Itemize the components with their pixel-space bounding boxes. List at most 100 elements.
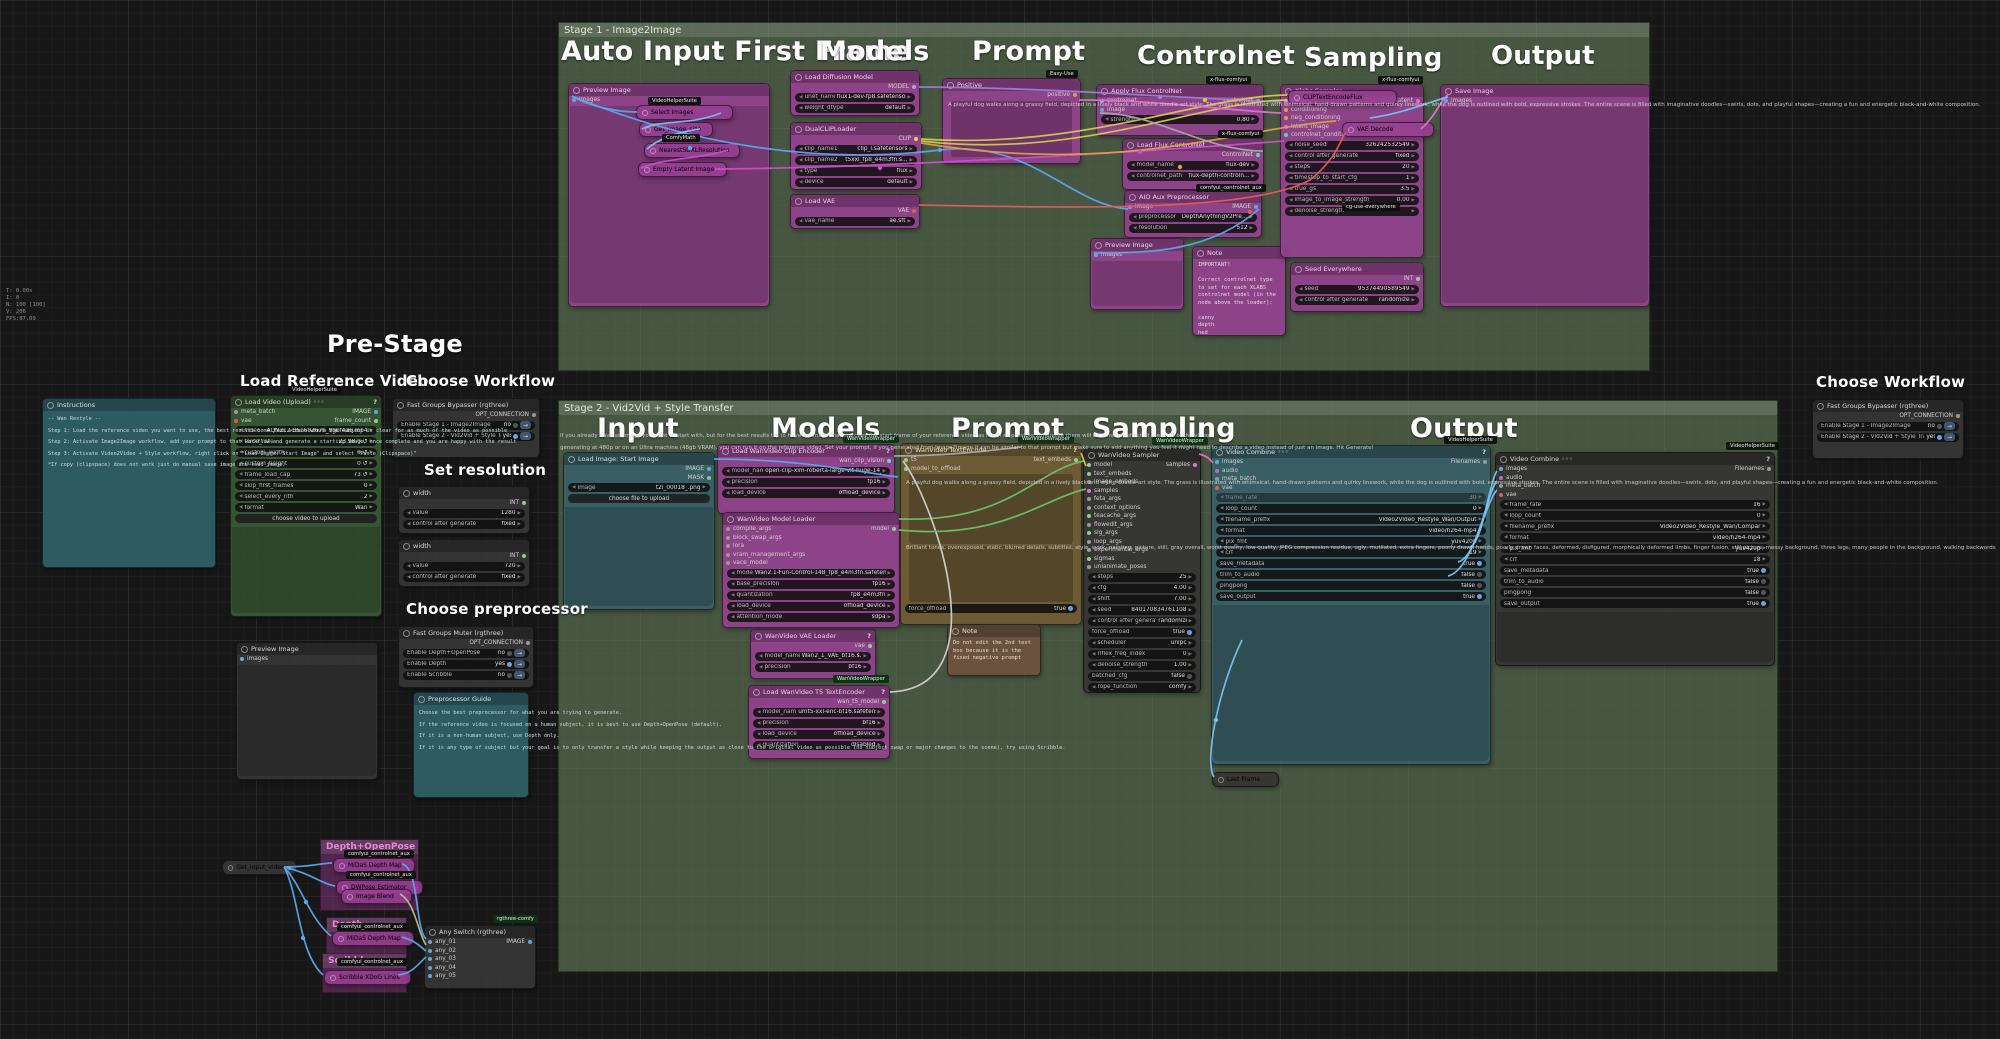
node-titlebar[interactable]: WanVideo Sampler [1084,449,1200,461]
collapse-toggle-icon[interactable] [1101,87,1108,95]
increment-arrow-icon[interactable]: ▶ [1189,663,1192,668]
input-slot-dot[interactable] [1215,485,1219,490]
input-slot-dot[interactable] [1215,460,1219,465]
decrement-arrow-icon[interactable]: ◀ [239,494,242,499]
increment-arrow-icon[interactable]: ▶ [1252,117,1255,122]
decrement-arrow-icon[interactable]: ◀ [799,180,802,185]
widget-button[interactable]: choose video to upload [235,514,377,523]
bypass-row[interactable]: Enable Depth yes → [403,659,529,669]
increment-arrow-icon[interactable]: ▶ [1189,586,1192,591]
node-apply-flux-controlnet[interactable]: Apply Flux ControlNet controlnet controlne… [1096,84,1264,136]
widget-toggle-save_output[interactable]: save_output true [1500,599,1770,608]
decrement-arrow-icon[interactable]: ◀ [799,158,802,163]
jump-to-group-arrow[interactable]: → [520,421,531,429]
collapse-toggle-icon[interactable] [429,928,436,936]
increment-arrow-icon[interactable]: ▶ [1763,557,1766,562]
increment-arrow-icon[interactable]: ▶ [518,522,521,527]
widget-filename_prefix[interactable]: ◀ filename_prefix Video2Video_Restyle_Wan/… [1500,522,1770,531]
increment-arrow-icon[interactable]: ▶ [883,480,886,485]
widget-toggle-save_output[interactable]: save_output true [1216,592,1486,601]
widget-model_name[interactable]: ◀ model_name umt5-xxl-enc-bf16.safetens...… [753,707,885,717]
collapse-toggle-icon[interactable] [1216,448,1223,456]
collapse-toggle-icon[interactable] [1197,249,1204,257]
increment-arrow-icon[interactable]: ▶ [878,710,881,715]
decrement-arrow-icon[interactable]: ◀ [726,480,729,485]
increment-arrow-icon[interactable]: ▶ [1763,513,1766,518]
collapse-toggle-icon[interactable] [650,147,656,154]
collapse-toggle-icon[interactable] [1500,455,1507,463]
increment-arrow-icon[interactable]: ▶ [1250,215,1253,220]
increment-arrow-icon[interactable]: ▶ [883,469,886,474]
decrement-arrow-icon[interactable]: ◀ [1289,187,1292,192]
decrement-arrow-icon[interactable]: ◀ [759,665,762,670]
input-slot-dot[interactable] [1087,548,1091,553]
increment-arrow-icon[interactable]: ▶ [1763,546,1766,551]
widget-unet_name[interactable]: ◀ unet_name flux1-dev-fp8.safetensors ▶ [795,92,915,102]
decrement-arrow-icon[interactable]: ◀ [1289,209,1292,214]
collapse-toggle-icon[interactable] [1127,141,1134,149]
widget-quantization[interactable]: ◀ quantization fp8_e4m3fn ▶ [727,590,895,600]
decrement-arrow-icon[interactable]: ◀ [1131,174,1134,179]
collapse-toggle-icon[interactable] [228,864,234,871]
input-slot-dot[interactable] [1087,531,1091,536]
output-slot-dot[interactable] [374,418,378,423]
node-load-flux-controlnet[interactable]: Load Flux ControlNet ControlNet ◀ model_nam… [1122,138,1264,190]
input-slot-dot[interactable] [1499,484,1503,489]
input-slot-dot[interactable] [1499,467,1503,472]
input-slot-dot[interactable] [726,552,730,557]
increment-arrow-icon[interactable]: ▶ [888,571,891,576]
node-clip-text-encode-flux[interactable]: CLIPTextEncodeFlux [1288,90,1397,105]
collapse-toggle-icon[interactable] [1218,776,1224,783]
output-slot-dot[interactable] [914,137,918,142]
node-titlebar[interactable]: Preview Image [1091,239,1183,251]
widget-precision[interactable]: ◀ precision bf16 ▶ [753,718,885,728]
increment-arrow-icon[interactable]: ▶ [1250,226,1253,231]
increment-arrow-icon[interactable]: ▶ [518,511,521,516]
decrement-arrow-icon[interactable]: ◀ [1504,535,1507,540]
increment-arrow-icon[interactable]: ▶ [1189,641,1192,646]
decrement-arrow-icon[interactable]: ◀ [239,483,242,488]
node-preview-image-2[interactable]: Preview Image images [1090,238,1184,310]
widget-skip_first_frames[interactable]: ◀ skip_first_frames 0 ▶ [235,481,377,490]
input-slot-dot[interactable] [1284,124,1288,129]
node-titlebar[interactable]: WanVideo TextEncode? [901,444,1081,456]
collapse-toggle-icon[interactable] [235,398,242,406]
widget-format[interactable]: ◀ format video/h264-mp4 ▶ [1216,526,1486,535]
widget-true_gs[interactable]: ◀ true_gs 3.5 ▶ [1285,184,1419,194]
bypass-row[interactable]: Enable Stage 1 - Image2Image no → [1817,421,1959,431]
node-titlebar[interactable]: Load WanVideo T5 TextEncoder? [749,686,889,698]
jump-to-group-arrow[interactable]: → [1944,433,1955,441]
node-load-vae[interactable]: Load VAE VAE ◀ vae_name ae.sft ▶ [790,194,920,229]
widget-type[interactable]: ◀ type flux ▶ [795,166,917,176]
node-fast-groups-muter[interactable]: Fast Groups Muter (rgthree) OPT_CONNECTIO… [398,626,534,688]
decrement-arrow-icon[interactable]: ◀ [1092,641,1095,646]
node-preview-image-pre[interactable]: Preview Image images [236,642,378,780]
widget-precision[interactable]: ◀ precision fp16 ▶ [722,477,890,487]
widget-scheduler[interactable]: ◀ scheduler unipc ▶ [1088,638,1196,648]
input-slot-dot[interactable] [1499,492,1503,497]
input-slot-dot[interactable] [1100,99,1104,104]
decrement-arrow-icon[interactable]: ◀ [731,604,734,609]
widget-toggle-force_offload[interactable]: force_offload true [905,604,1077,613]
widget-model_name[interactable]: ◀ model_name Wan2_1_VAE_bf16.s... ▶ [755,651,871,661]
decrement-arrow-icon[interactable]: ◀ [1092,663,1095,668]
increment-arrow-icon[interactable]: ▶ [1763,535,1766,540]
increment-arrow-icon[interactable]: ▶ [888,593,891,598]
increment-arrow-icon[interactable]: ▶ [888,582,891,587]
node-titlebar[interactable]: Any Switch (rgthree) [425,926,535,938]
decrement-arrow-icon[interactable]: ◀ [799,169,802,174]
increment-arrow-icon[interactable]: ▶ [1479,539,1482,544]
node-instructions[interactable]: Instructions -- Wan Restyle -- Step 1: Loa… [42,398,516,568]
decrement-arrow-icon[interactable]: ◀ [1092,619,1095,624]
node-titlebar[interactable]: DualCLIPLoader [791,123,921,135]
collapse-toggle-icon[interactable] [1348,126,1354,133]
input-slot-dot[interactable] [1444,99,1448,104]
input-slot-dot[interactable] [1087,480,1091,485]
output-slot-dot[interactable] [882,700,886,705]
increment-arrow-icon[interactable]: ▶ [883,491,886,496]
increment-arrow-icon[interactable]: ▶ [864,654,867,659]
toggle-knob[interactable] [513,422,518,428]
decrement-arrow-icon[interactable]: ◀ [731,593,734,598]
input-slot-dot[interactable] [1128,205,1132,210]
increment-arrow-icon[interactable]: ▶ [910,180,913,185]
